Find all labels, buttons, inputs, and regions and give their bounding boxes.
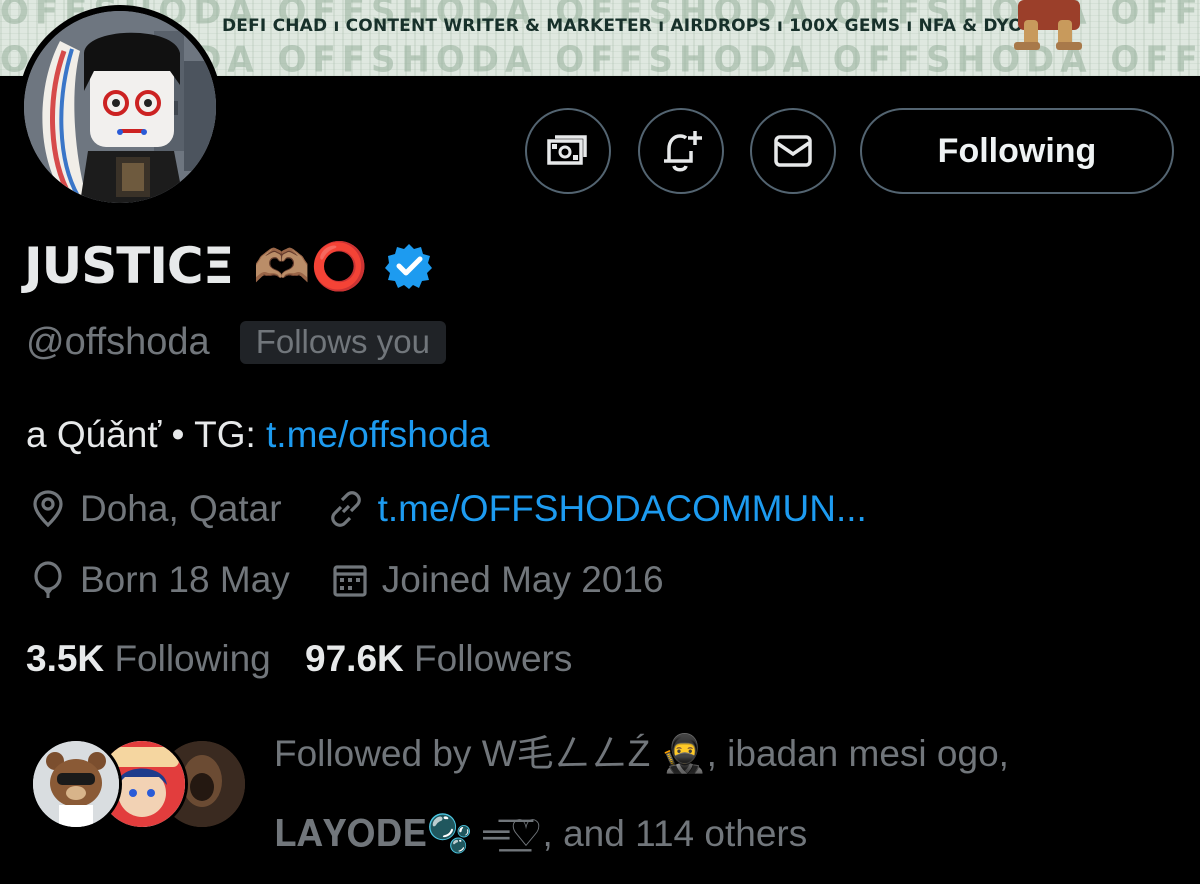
profile-meta-row-2: Born 18 May Joined May 2016 — [28, 555, 664, 605]
following-stat[interactable]: 3.5K Following — [26, 638, 271, 679]
followed-by-line-1: Followed by W毛ㄥㄥŹ 🥷, ibadan mesi ogo, — [274, 733, 1009, 774]
location-pin-icon — [33, 490, 63, 528]
follows-you-badge: Follows you — [239, 320, 446, 364]
followers-stat[interactable]: 97.6K Followers — [305, 638, 572, 679]
display-name-row: JUSTICΞ 🫶🏽⭕ — [24, 236, 434, 296]
bio: a Qúǎnť • TG: t.me/offshoda — [26, 414, 490, 456]
joined: Joined May 2016 — [330, 559, 664, 601]
message-button[interactable] — [750, 108, 836, 194]
website-link[interactable]: t.me/OFFSHODACOMMUN... — [378, 488, 867, 530]
followed-by-avatars[interactable] — [30, 738, 250, 834]
location: Doha, Qatar — [28, 488, 282, 530]
banner-tagline: DEFI CHAD ı CONTENT WRITER & MARKETER ı … — [222, 16, 1037, 36]
balloon-icon — [34, 561, 62, 598]
following-count: 3.5K — [26, 638, 105, 679]
envelope-icon — [774, 135, 812, 167]
avatar — [30, 738, 122, 830]
handle: @offshoda — [26, 320, 210, 363]
website[interactable]: t.me/OFFSHODACOMMUN... — [326, 488, 867, 530]
bell-plus-icon — [664, 131, 702, 172]
calendar-icon — [333, 565, 367, 597]
display-name: JUSTICΞ — [24, 237, 234, 295]
name-emojis: 🫶🏽⭕ — [253, 239, 368, 292]
following-button[interactable]: Following — [860, 108, 1174, 194]
followers-count: 97.6K — [305, 638, 404, 679]
banner-mascot-image — [1014, 0, 1082, 50]
notifications-button[interactable] — [638, 108, 724, 194]
profile-meta-row: Doha, Qatar t.me/OFFSHODACOMMUN... — [28, 484, 867, 534]
bio-link[interactable]: t.me/offshoda — [266, 414, 490, 455]
birthday-text: Born 18 May — [80, 559, 290, 600]
following-label: Following — [114, 638, 271, 679]
followed-by-line-2: 𝐋𝐀𝐘𝐎𝐃𝐄🫧 ═͟͟͞͞♡, and 114 others — [274, 813, 808, 854]
handle-row: @offshoda Follows you — [26, 318, 446, 366]
followed-by-text[interactable]: Followed by W毛ㄥㄥŹ 🥷, ibadan mesi ogo, 𝐋𝐀… — [274, 714, 1174, 874]
bio-text: a Qúǎnť • TG: — [26, 414, 267, 455]
follow-stats: 3.5K Following 97.6K Followers — [26, 638, 572, 680]
link-icon — [330, 491, 361, 527]
followers-label: Followers — [414, 638, 573, 679]
location-text: Doha, Qatar — [80, 488, 282, 529]
verified-badge-icon[interactable] — [384, 241, 434, 291]
joined-text: Joined May 2016 — [381, 559, 664, 600]
birthday: Born 18 May — [28, 559, 290, 601]
avatar-image — [24, 11, 216, 203]
tip-button[interactable] — [525, 108, 611, 194]
profile-avatar[interactable] — [18, 5, 222, 209]
money-icon — [547, 135, 587, 165]
